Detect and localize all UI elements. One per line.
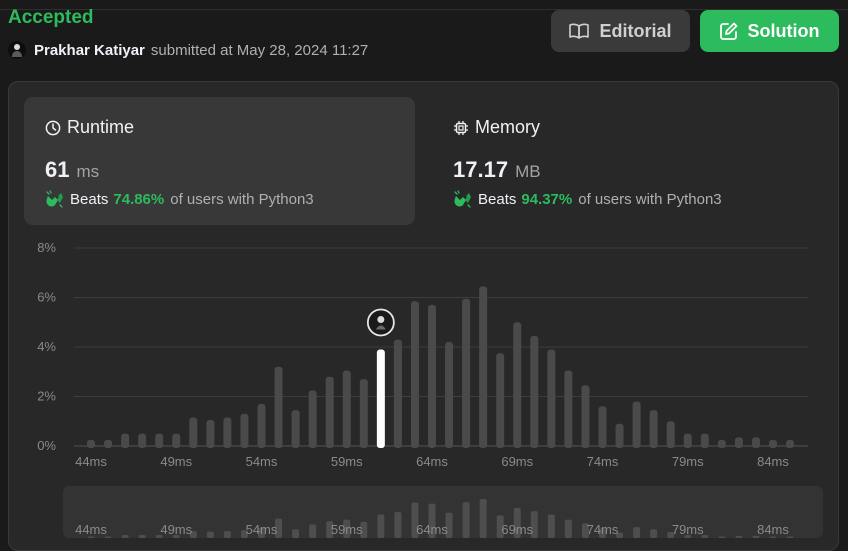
chart-bar (734, 437, 743, 448)
chart-bar (496, 353, 505, 448)
chart-bar (581, 385, 590, 448)
chart-bar (717, 439, 726, 448)
runtime-distribution-chart: 0% 2% 4% 6% 8% 44ms 49ms 54ms 59ms 64ms 69ms 74ms 79… (37, 240, 808, 538)
navigator-bar (650, 529, 658, 538)
chart-bar (479, 286, 488, 448)
navigator-bar (377, 514, 385, 538)
chart-bar (121, 433, 130, 448)
x-tick-label: 59ms (331, 454, 363, 469)
chart-bar (359, 379, 368, 448)
chart-bar (683, 433, 692, 448)
y-tick-label: 6% (37, 290, 56, 305)
chart-bar (172, 433, 181, 448)
chart-bar (206, 420, 215, 448)
navigator-tick-label: 59ms (331, 522, 363, 537)
navigator-bar (206, 531, 214, 538)
chart-bar (189, 417, 198, 448)
x-tick-label: 64ms (416, 454, 448, 469)
chart-bar (786, 439, 795, 448)
chart-bar (257, 403, 266, 448)
x-tick-label: 49ms (160, 454, 192, 469)
navigator-tick-label: 54ms (246, 522, 278, 537)
avatar-marker-head (377, 315, 385, 323)
chart-bar (393, 339, 402, 448)
chart-bar (428, 304, 436, 448)
chart-bar (155, 433, 164, 448)
y-tick-label: 8% (37, 240, 56, 255)
chart-bar (462, 298, 471, 448)
navigator-bar (223, 531, 231, 538)
chart-bar (700, 433, 709, 448)
highlighted-bar (376, 349, 385, 448)
x-tick-label: 74ms (587, 454, 619, 469)
chart-bar (308, 390, 317, 448)
navigator-bar (564, 519, 572, 538)
chart-bar (632, 401, 641, 448)
y-tick-label: 2% (37, 389, 56, 404)
x-tick-label: 54ms (246, 454, 278, 469)
navigator-tick-label: 64ms (416, 522, 448, 537)
chart-bar (104, 439, 113, 448)
x-tick-label: 84ms (757, 454, 789, 469)
y-tick-label: 0% (37, 438, 56, 453)
chart-bar (291, 410, 300, 448)
navigator-bar (633, 527, 641, 538)
chart-bar (751, 437, 760, 448)
chart-bar (87, 439, 95, 448)
navigator-bar (394, 512, 402, 538)
chart-bar (138, 433, 147, 448)
chart-bar (223, 417, 232, 448)
y-tick-label: 4% (37, 339, 56, 354)
chart-bar (615, 423, 624, 448)
navigator-tick-label: 49ms (160, 522, 192, 537)
chart-bar (342, 370, 351, 448)
navigator-tick-label: 74ms (587, 522, 619, 537)
chart-bar (513, 322, 522, 448)
chart-bar (445, 342, 454, 448)
chart-bar (666, 421, 675, 448)
navigator-bar (547, 514, 555, 538)
chart-bar (564, 370, 573, 448)
navigator-bar (479, 499, 487, 538)
x-tick-label: 44ms (75, 454, 107, 469)
chart-bar (240, 413, 249, 448)
navigator-tick-label: 84ms (757, 522, 789, 537)
navigator-tick-label: 79ms (672, 522, 704, 537)
navigator-tick-label: 44ms (75, 522, 107, 537)
chart-bar (547, 349, 556, 448)
chart-bar (649, 410, 658, 448)
chart-bar (274, 366, 283, 448)
navigator-bar (292, 529, 300, 538)
chart-bar (325, 376, 334, 448)
x-tick-label: 69ms (501, 454, 533, 469)
navigator-bar (309, 524, 317, 538)
chart-bar (410, 301, 419, 448)
chart-bar (530, 335, 539, 448)
chart-bar (598, 406, 607, 448)
navigator-bar (462, 502, 470, 538)
navigator-tick-label: 69ms (501, 522, 533, 537)
chart-bar (769, 439, 777, 448)
x-tick-label: 79ms (672, 454, 704, 469)
